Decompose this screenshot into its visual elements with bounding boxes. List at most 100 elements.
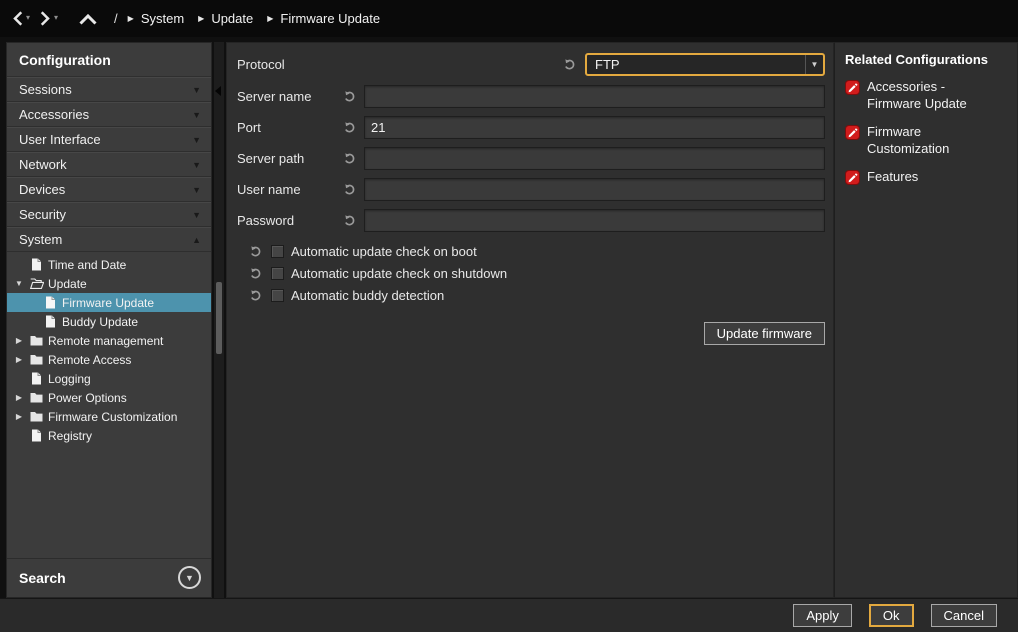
tree-item-logging[interactable]: Logging <box>7 369 211 388</box>
ok-button[interactable]: Ok <box>869 604 914 627</box>
protocol-select[interactable]: FTP ▼ <box>585 53 825 76</box>
sidebar-section-network[interactable]: Network ▼ <box>7 152 211 177</box>
reset-to-default-icon[interactable] <box>247 267 264 280</box>
section-chevron-icon: ▼ <box>192 210 201 220</box>
breadcrumb-firmware-update[interactable]: ▶ Firmware Update <box>267 11 380 26</box>
server-name-input[interactable] <box>364 85 825 108</box>
update-check-on-shutdown-checkbox[interactable] <box>271 267 284 280</box>
section-label: Security <box>19 207 66 222</box>
update-check-on-boot-row: Automatic update check on boot <box>237 240 825 262</box>
reset-to-default-icon[interactable] <box>341 121 358 134</box>
section-chevron-icon: ▼ <box>192 85 201 95</box>
folder-icon <box>29 354 44 365</box>
edit-config-icon <box>845 170 860 188</box>
protocol-row: Protocol FTP ▼ <box>237 51 825 77</box>
update-firmware-row: Update firmware <box>237 322 825 345</box>
breadcrumb-label: Update <box>211 11 253 26</box>
breadcrumb-update[interactable]: ▶ Update <box>198 11 253 26</box>
forward-button[interactable] <box>38 9 53 28</box>
apply-button[interactable]: Apply <box>793 604 852 627</box>
tree-expander-icon: ▶ <box>13 336 25 345</box>
breadcrumb-root[interactable]: / <box>114 11 118 26</box>
tree-item-firmware-update[interactable]: Firmware Update <box>7 293 211 312</box>
sidebar-section-sessions[interactable]: Sessions ▼ <box>7 77 211 102</box>
sidebar-title: Configuration <box>7 43 211 77</box>
section-chevron-icon: ▲ <box>192 235 201 245</box>
edit-config-icon <box>845 125 860 143</box>
cancel-button[interactable]: Cancel <box>931 604 997 627</box>
section-label: Accessories <box>19 107 89 122</box>
tree-item-label: Firmware Update <box>62 296 154 310</box>
tree-item-label: Buddy Update <box>62 315 138 329</box>
reset-to-default-icon[interactable] <box>247 245 264 258</box>
forward-history-dropdown-icon[interactable]: ▾ <box>54 14 58 22</box>
sidebar-scrollbar[interactable] <box>214 42 224 598</box>
breadcrumb-system[interactable]: ▶ System <box>128 11 185 26</box>
reset-to-default-icon[interactable] <box>247 289 264 302</box>
tree-item-label: Firmware Customization <box>48 410 177 424</box>
server-name-row: Server name <box>237 85 825 108</box>
tree-item-remote-management[interactable]: ▶ Remote management <box>7 331 211 350</box>
server-path-row: Server path <box>237 147 825 170</box>
chevron-up-icon <box>79 12 97 26</box>
tree-item-label: Remote management <box>48 334 163 348</box>
tree-item-time-and-date[interactable]: Time and Date <box>7 255 211 274</box>
reset-to-default-icon[interactable] <box>341 214 358 227</box>
tree-expander-icon: ▶ <box>13 393 25 402</box>
reset-to-default-icon[interactable] <box>561 58 578 71</box>
search-label: Search <box>19 570 66 586</box>
related-item-features[interactable]: Features <box>845 169 918 188</box>
collapse-sidebar-icon[interactable] <box>215 86 221 96</box>
buddy-detection-checkbox[interactable] <box>271 289 284 302</box>
main-area: Configuration Sessions ▼ Accessories ▼ U… <box>0 37 1018 598</box>
tree-item-remote-access[interactable]: ▶ Remote Access <box>7 350 211 369</box>
related-item-firmware-customization[interactable]: Firmware Customization <box>845 124 985 158</box>
reset-to-default-icon[interactable] <box>341 90 358 103</box>
update-firmware-button[interactable]: Update firmware <box>704 322 825 345</box>
section-label: User Interface <box>19 132 101 147</box>
user-name-input[interactable] <box>364 178 825 201</box>
sidebar-section-security[interactable]: Security ▼ <box>7 202 211 227</box>
search-panel: Search ▼ <box>7 558 211 597</box>
password-input[interactable] <box>364 209 825 232</box>
sidebar-section-accessories[interactable]: Accessories ▼ <box>7 102 211 127</box>
tree-item-firmware-customization[interactable]: ▶ Firmware Customization <box>7 407 211 426</box>
scrollbar-thumb[interactable] <box>216 282 222 354</box>
chevron-right-icon <box>39 11 52 26</box>
back-button[interactable] <box>10 9 25 28</box>
server-name-label: Server name <box>237 89 341 104</box>
tree-item-label: Logging <box>48 372 91 386</box>
back-history-dropdown-icon[interactable]: ▾ <box>26 14 30 22</box>
file-icon <box>43 296 58 309</box>
up-level-button[interactable] <box>78 10 98 28</box>
folder-open-icon <box>29 278 44 289</box>
tree-item-registry[interactable]: Registry <box>7 426 211 445</box>
related-configurations-title: Related Configurations <box>845 52 1009 67</box>
update-check-on-boot-checkbox[interactable] <box>271 245 284 258</box>
port-input[interactable] <box>364 116 825 139</box>
port-label: Port <box>237 120 341 135</box>
breadcrumb-arrow-icon: ▶ <box>198 14 204 23</box>
server-path-input[interactable] <box>364 147 825 170</box>
reset-to-default-icon[interactable] <box>341 183 358 196</box>
sidebar-section-system[interactable]: System ▲ <box>7 227 211 252</box>
tree-item-power-options[interactable]: ▶ Power Options <box>7 388 211 407</box>
password-row: Password <box>237 209 825 232</box>
firmware-update-form: Protocol FTP ▼ Server name Port <box>226 42 834 598</box>
edit-config-icon <box>845 80 860 98</box>
section-chevron-icon: ▼ <box>192 110 201 120</box>
tree-item-buddy-update[interactable]: Buddy Update <box>7 312 211 331</box>
sidebar-section-devices[interactable]: Devices ▼ <box>7 177 211 202</box>
system-tree: Time and Date ▼ Update Firmware Update <box>7 252 211 445</box>
search-expand-button[interactable]: ▼ <box>178 566 201 589</box>
sidebar-section-user-interface[interactable]: User Interface ▼ <box>7 127 211 152</box>
tree-item-label: Time and Date <box>48 258 126 272</box>
breadcrumb-label: System <box>141 11 184 26</box>
dialog-button-bar: Apply Ok Cancel <box>0 598 1018 632</box>
tree-item-update[interactable]: ▼ Update <box>7 274 211 293</box>
protocol-label: Protocol <box>237 57 285 72</box>
breadcrumb-arrow-icon: ▶ <box>128 14 134 23</box>
related-item-accessories-firmware-update[interactable]: Accessories - Firmware Update <box>845 79 985 113</box>
reset-to-default-icon[interactable] <box>341 152 358 165</box>
user-name-row: User name <box>237 178 825 201</box>
